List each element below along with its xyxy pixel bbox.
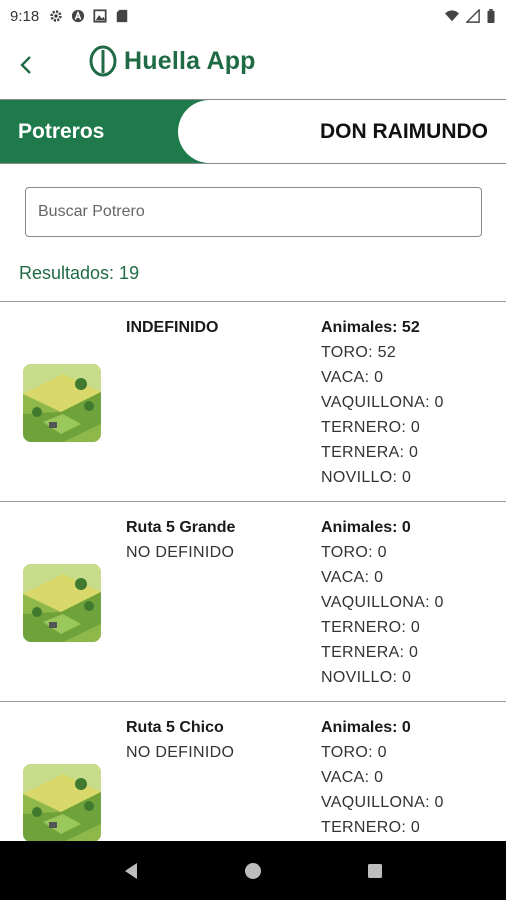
animal-total: Animales: 52 <box>321 319 420 336</box>
back-button[interactable] <box>0 32 54 98</box>
system-nav-bar <box>0 841 506 900</box>
count-vaquillona: VAQUILLONA: 0 <box>321 394 444 411</box>
battery-icon <box>487 9 495 23</box>
animal-total: Animales: 0 <box>321 519 411 536</box>
list-item[interactable]: Ruta 5 Chico NO DEFINIDO Animales: 0 TOR… <box>0 702 506 841</box>
count-toro: TORO: 0 <box>321 744 387 761</box>
count-ternera: TERNERA: 0 <box>321 644 419 661</box>
potrero-subtitle: NO DEFINIDO <box>126 744 235 761</box>
nav-home-button[interactable] <box>233 851 273 891</box>
farm-name: DON RAIMUNDO <box>320 120 488 143</box>
count-vaca: VACA: 0 <box>321 569 384 586</box>
search-input[interactable] <box>25 187 482 237</box>
count-novillo: NOVILLO: 0 <box>321 469 412 486</box>
sd-card-icon <box>116 9 128 23</box>
count-ternero: TERNERO: 0 <box>321 619 421 636</box>
count-toro: TORO: 0 <box>321 544 387 561</box>
app-logo: Huella App <box>88 44 256 78</box>
count-vaquillona: VAQUILLONA: 0 <box>321 794 444 811</box>
potreros-list[interactable]: INDEFINIDO Animales: 52 TORO: 52 VACA: 0… <box>0 301 506 841</box>
count-vaca: VACA: 0 <box>321 769 384 786</box>
count-novillo: NOVILLO: 0 <box>321 669 412 686</box>
count-ternero: TERNERO: 0 <box>321 419 421 436</box>
pasture-thumbnail-icon <box>23 364 101 442</box>
pasture-thumbnail-icon <box>23 564 101 642</box>
animal-counts: Animales: 0 TORO: 0 VACA: 0 VAQUILLONA: … <box>321 719 444 841</box>
a-icon <box>72 9 85 23</box>
back-triangle-icon <box>125 862 137 879</box>
animal-counts: Animales: 0 TORO: 0 VACA: 0 VAQUILLONA: … <box>321 519 444 694</box>
potrero-name: Ruta 5 Chico <box>126 719 224 736</box>
results-count: Resultados: 19 <box>19 263 140 283</box>
status-time: 9:18 <box>10 7 40 25</box>
recents-square-icon <box>368 863 382 878</box>
animal-counts: Animales: 52 TORO: 52 VACA: 0 VAQUILLONA… <box>321 319 444 494</box>
count-vaca: VACA: 0 <box>321 369 384 386</box>
tab-potreros: Potreros <box>18 120 105 143</box>
chevron-left-icon <box>20 56 31 74</box>
count-ternero: TERNERO: 0 <box>321 819 421 836</box>
potrero-name: Ruta 5 Grande <box>126 519 236 536</box>
animal-total: Animales: 0 <box>321 719 411 736</box>
section-header: Potreros DON RAIMUNDO <box>0 99 506 164</box>
status-bar: 9:18 <box>0 0 506 32</box>
list-item[interactable]: INDEFINIDO Animales: 52 TORO: 52 VACA: 0… <box>0 302 506 502</box>
home-circle-icon <box>245 862 261 879</box>
nav-recents-button[interactable] <box>355 851 395 891</box>
gear-icon <box>50 10 62 22</box>
nav-back-button[interactable] <box>111 851 151 891</box>
count-ternera: TERNERA: 0 <box>321 444 419 461</box>
wifi-icon <box>445 10 459 22</box>
app-title: Huella App <box>124 46 256 75</box>
count-vaquillona: VAQUILLONA: 0 <box>321 594 444 611</box>
signal-icon <box>466 9 480 23</box>
app-bar: Huella App <box>0 32 506 98</box>
footprint-logo-icon <box>89 45 117 77</box>
list-item[interactable]: Ruta 5 Grande NO DEFINIDO Animales: 0 TO… <box>0 502 506 702</box>
pasture-thumbnail-icon <box>23 764 101 841</box>
potrero-name: INDEFINIDO <box>126 319 219 336</box>
image-icon <box>93 9 107 23</box>
count-toro: TORO: 52 <box>321 344 397 361</box>
potrero-subtitle: NO DEFINIDO <box>126 544 235 561</box>
